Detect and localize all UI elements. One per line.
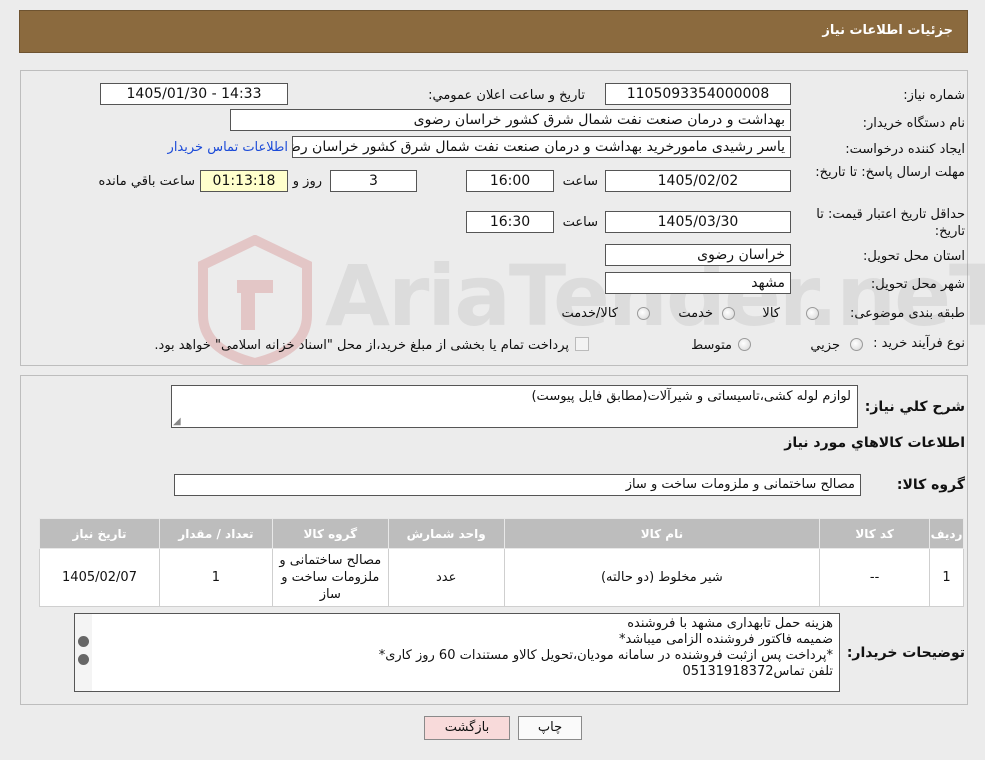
treasury-note: پرداخت تمام یا بخشی از مبلغ خرید،از محل … [154, 338, 569, 353]
purchase-type-label: نوع فرآیند خرید : [873, 336, 965, 351]
validity-date-field: 1405/03/30 [605, 211, 791, 233]
col-header-unit: واحد شمارش [387, 518, 505, 549]
scroll-thumb-icon[interactable] [78, 636, 89, 647]
col-header-code: کد کالا [819, 518, 931, 549]
category-radio-service[interactable] [722, 307, 735, 320]
col-header-name: نام کالا [503, 518, 821, 549]
validity-time-label: ساعت [562, 215, 598, 230]
purchase-type-option-medium: متوسط [691, 338, 732, 353]
buyer-note-line: تلفن تماس05131918372 [682, 664, 833, 679]
summary-label: شرح کلي نیاز: [864, 399, 965, 415]
treasury-checkbox[interactable] [575, 337, 589, 351]
cell-quantity: 1 [159, 548, 273, 607]
province-label: استان محل تحویل: [863, 249, 965, 264]
col-header-need-date: تاریخ نیاز [39, 518, 160, 549]
deadline-label: مهلت ارسال پاسخ: تا تاریخ: [815, 165, 965, 180]
deadline-time-field: 16:00 [466, 170, 554, 192]
buyer-notes-field: هزینه حمل تابهداری مشهد با فروشنده ضمیمه… [74, 613, 840, 692]
buyer-contact-link[interactable]: اطلاعات تماس خریدار [168, 140, 288, 155]
purchase-type-option-minor: جزیي [810, 338, 840, 353]
buyer-org-label: نام دستگاه خریدار: [862, 116, 965, 131]
back-button[interactable]: بازگشت [424, 716, 510, 740]
goods-group-field: مصالح ساختمانی و ملزومات ساخت و ساز [174, 474, 861, 496]
deadline-time-label: ساعت [562, 174, 598, 189]
buyer-notes-label: توضیحات خریدار: [846, 645, 965, 661]
remaining-time-field: 01:13:18 [200, 170, 288, 192]
table-row: 1 -- شیر مخلوط (دو حالته) عدد مصالح ساخت… [39, 548, 964, 607]
cell-need-date: 1405/02/07 [39, 548, 160, 607]
announce-datetime-label: تاریخ و ساعت اعلان عمومي: [428, 88, 585, 103]
need-number-label: شماره نیاز: [903, 88, 965, 103]
page-header: جزئیات اطلاعات نیاز [19, 10, 968, 53]
category-option-goods: کالا [762, 306, 780, 321]
buyer-note-line: *پرداخت پس ازثبت فروشنده در سامانه مودیا… [378, 648, 833, 663]
print-button[interactable]: چاپ [518, 716, 582, 740]
purchase-type-radio-medium[interactable] [738, 338, 751, 351]
col-header-quantity: تعداد / مقدار [159, 518, 273, 549]
category-option-service: خدمت [678, 306, 713, 321]
announce-datetime-field: 1405/01/30 - 14:33 [100, 83, 288, 105]
buyer-note-line: هزینه حمل تابهداری مشهد با فروشنده [627, 616, 833, 631]
col-header-group: گروه کالا [271, 518, 389, 549]
remaining-time-label: ساعت باقي مانده [98, 174, 195, 189]
city-label: شهر محل تحویل: [870, 277, 965, 292]
category-radio-goods-service[interactable] [637, 307, 650, 320]
notes-scrollbar[interactable] [75, 614, 92, 691]
col-header-row-number: ردیف [929, 518, 964, 549]
requester-label: ایجاد کننده درخواست: [845, 142, 965, 157]
cell-code: -- [819, 548, 931, 607]
requester-field: یاسر رشیدی مامورخرید بهداشت و درمان صنعت… [292, 136, 791, 158]
deadline-date-field: 1405/02/02 [605, 170, 791, 192]
cell-unit: عدد [387, 548, 505, 607]
category-label: طبقه بندی موضوعی: [849, 306, 965, 321]
cell-row-number: 1 [929, 548, 964, 607]
cell-name: شیر مخلوط (دو حالته) [503, 548, 821, 607]
scroll-thumb-icon[interactable] [78, 654, 89, 665]
goods-group-label: گروه کالا: [896, 477, 965, 493]
validity-time-field: 16:30 [466, 211, 554, 233]
deadline-days-label: روز و [292, 174, 322, 189]
goods-table: ردیف کد کالا نام کالا واحد شمارش گروه کا… [39, 518, 964, 607]
summary-text: لوازم لوله کشی،تاسیساتی و شیرآلات(مطابق … [531, 389, 851, 404]
resize-grip-icon[interactable]: ◢ [173, 416, 181, 427]
deadline-days-field: 3 [330, 170, 417, 192]
category-option-goods-service: کالا/خدمت [561, 306, 618, 321]
goods-info-title: اطلاعات کالاهاي مورد نیاز [784, 435, 965, 451]
buyer-note-line: ضمیمه فاکتور فروشنده الزامی میباشد* [618, 632, 833, 647]
cell-group: مصالح ساختمانی و ملزومات ساخت و ساز [271, 548, 389, 607]
city-field: مشهد [605, 272, 791, 294]
buyer-org-field: بهداشت و درمان صنعت نفت شمال شرق کشور خر… [230, 109, 791, 131]
category-radio-goods[interactable] [806, 307, 819, 320]
summary-field: لوازم لوله کشی،تاسیساتی و شیرآلات(مطابق … [171, 385, 858, 428]
need-number-field: 1105093354000008 [605, 83, 791, 105]
goods-table-header-row: ردیف کد کالا نام کالا واحد شمارش گروه کا… [39, 518, 964, 549]
purchase-type-radio-minor[interactable] [850, 338, 863, 351]
validity-label: حداقل تاریخ اعتبار قیمت: تا تاریخ: [816, 207, 965, 239]
page-title: جزئیات اطلاعات نیاز [822, 23, 953, 38]
province-field: خراسان رضوی [605, 244, 791, 266]
